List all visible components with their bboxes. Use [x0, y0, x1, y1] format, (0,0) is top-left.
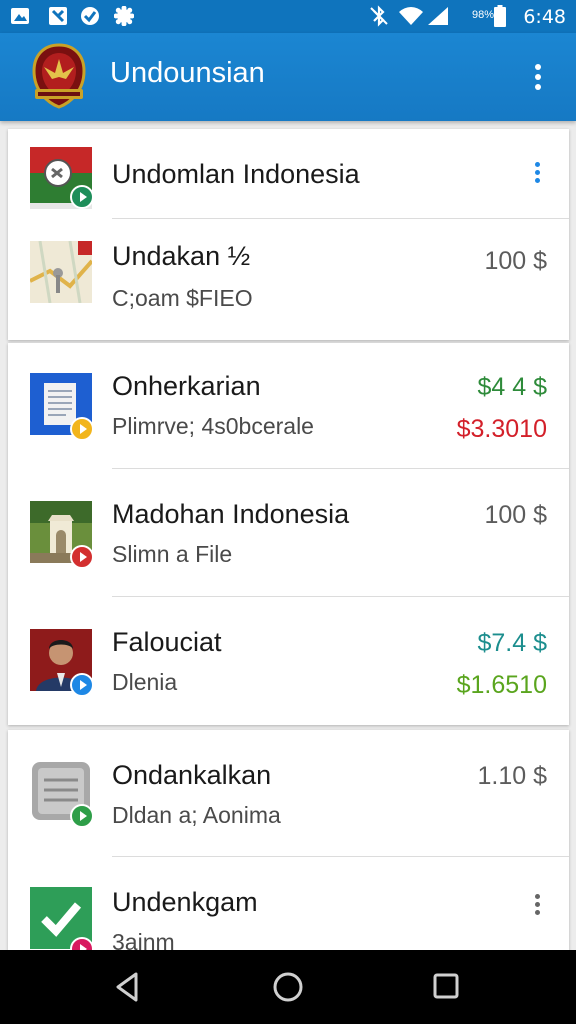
item-subtitle: C;oam $FIEO	[112, 285, 253, 311]
menu-dot	[534, 162, 540, 167]
menu-dot	[535, 74, 541, 80]
list-item[interactable]: Undenkgam 3ainm	[8, 857, 569, 950]
recent-apps-icon[interactable]	[426, 970, 466, 1004]
list-item[interactable]: Madohan Indonesia Slimn a File 100 $	[8, 469, 569, 597]
menu-dot	[534, 178, 540, 183]
map-thumbnail	[30, 241, 92, 303]
battery-percent: 98%	[471, 9, 494, 21]
item-price: $7.4 $	[477, 629, 547, 657]
menu-dot	[534, 170, 540, 175]
item-title: Madohan Indonesia	[112, 499, 350, 529]
item-menu-button[interactable]	[531, 159, 543, 189]
item-subtitle: 3ainm	[112, 929, 175, 950]
menu-dot	[535, 64, 541, 70]
item-price: $4 4 $	[477, 373, 547, 401]
list-item[interactable]: Ondankalkan Dldan a; Aonima 1.10 $	[8, 730, 569, 857]
list-item[interactable]: Undakan ½ C;oam $FIEO 100 $	[8, 219, 569, 340]
item-subtitle: Dldan a; Aonima	[112, 802, 281, 828]
item-price: 1.10 $	[477, 762, 547, 790]
battery-icon	[494, 5, 506, 27]
list-item[interactable]: Onherkarian Plimrve; 4s0bcerale $4 4 $ $…	[8, 343, 569, 469]
item-list: Undomlan Indonesia Undakan ½ C;oam $FIEO…	[0, 121, 576, 950]
item-subtitle: Dlenia	[112, 669, 178, 695]
item-menu-button[interactable]	[531, 891, 543, 921]
item-title: Falouciat	[112, 627, 222, 657]
signal-icon	[428, 7, 448, 25]
item-title: Undakan ½	[112, 241, 251, 271]
menu-dot	[534, 894, 540, 899]
home-icon[interactable]	[268, 970, 308, 1004]
bluetooth-off-icon	[370, 5, 388, 27]
menu-dot	[534, 902, 540, 907]
app-logo	[32, 43, 86, 109]
settings-notification-icon	[114, 6, 134, 26]
status-bar: 98% 6:48	[0, 0, 576, 33]
item-price-secondary: $3.3010	[456, 415, 547, 443]
list-card: Ondankalkan Dldan a; Aonima 1.10 $ Unden…	[8, 730, 569, 950]
item-price: 100 $	[484, 501, 547, 529]
item-title: Undenkgam	[112, 887, 258, 917]
app-bar: Undounsian	[0, 33, 576, 121]
list-item[interactable]: Falouciat Dlenia $7.4 $ $1.6510	[8, 597, 569, 725]
clock: 6:48	[523, 6, 566, 28]
play-badge-icon	[70, 673, 94, 697]
overflow-menu-button[interactable]	[526, 61, 550, 95]
menu-dot	[535, 84, 541, 90]
navigation-bar	[0, 950, 576, 1024]
item-title: Onherkarian	[112, 371, 261, 401]
image-notification-icon	[11, 8, 29, 24]
menu-dot	[534, 910, 540, 915]
list-card: Undomlan Indonesia Undakan ½ C;oam $FIEO…	[8, 129, 569, 340]
sync-notification-icon	[81, 7, 99, 25]
item-title: Ondankalkan	[112, 760, 272, 790]
app-notification-icon	[49, 7, 67, 25]
item-title: Undomlan Indonesia	[112, 159, 360, 189]
play-badge-icon	[70, 545, 94, 569]
list-item[interactable]: Undomlan Indonesia	[8, 129, 569, 219]
app-title: Undounsian	[110, 57, 265, 89]
play-badge-icon	[70, 804, 94, 828]
item-price-secondary: $1.6510	[456, 671, 547, 699]
play-badge-icon	[70, 185, 94, 209]
play-badge-icon	[70, 417, 94, 441]
item-subtitle: Slimn a File	[112, 541, 233, 567]
wifi-icon	[399, 7, 423, 25]
item-subtitle: Plimrve; 4s0bcerale	[112, 413, 314, 439]
list-card: Onherkarian Plimrve; 4s0bcerale $4 4 $ $…	[8, 343, 569, 725]
item-price: 100 $	[484, 247, 547, 275]
back-icon[interactable]	[108, 970, 148, 1004]
